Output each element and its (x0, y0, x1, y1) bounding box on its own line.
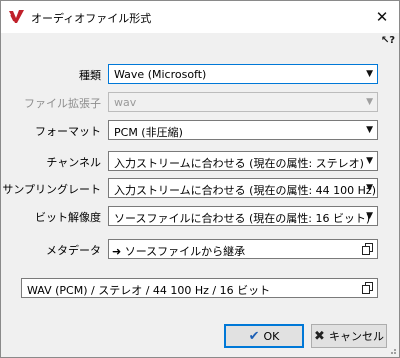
chevron-down-icon: ▼ (366, 69, 373, 79)
check-icon: ✔ (248, 328, 260, 344)
metadata-row: ➜ ソースファイルから継承 (112, 243, 245, 259)
metadata-value: ソースファイルから継承 (124, 245, 246, 258)
app-logo-icon (9, 10, 24, 23)
ok-button[interactable]: ✔ OK (224, 324, 304, 348)
x-icon: ✖ (314, 328, 325, 344)
close-icon: ✕ (375, 8, 389, 26)
format-dropdown[interactable]: PCM (非圧縮) ▼ (108, 120, 378, 140)
channels-dropdown[interactable]: 入力ストリームに合わせる (現在の属性: ステレオ) ▼ (108, 151, 378, 171)
extension-value: wav (114, 96, 137, 109)
metadata-field[interactable]: ➜ ソースファイルから継承 (108, 239, 378, 259)
sample-rate-value: 入力ストリームに合わせる (現在の属性: 44 100 Hz) (114, 184, 376, 197)
type-label: 種類 (79, 69, 101, 82)
cancel-label: キャンセル (328, 330, 384, 343)
chevron-down-icon: ▼ (366, 183, 373, 193)
format-summary-field: WAV (PCM) / ステレオ / 44 100 Hz / 16 ビット (21, 278, 378, 298)
extension-label: ファイル拡張子 (24, 97, 101, 110)
extension-dropdown: wav ▼ (108, 92, 378, 112)
chevron-down-icon: ▼ (366, 156, 373, 166)
dialog-title: オーディオファイル形式 (31, 12, 152, 25)
bit-depth-value: ソースファイルに合わせる (現在の属性: 16 ビット) (114, 212, 371, 225)
cancel-button[interactable]: ✖ キャンセル (311, 324, 387, 348)
format-value: PCM (非圧縮) (114, 126, 183, 139)
copy-icon[interactable] (362, 282, 373, 294)
format-label: フォーマット (35, 125, 101, 138)
resize-grip-icon[interactable] (387, 345, 397, 355)
title-bar[interactable]: オーディオファイル形式 ✕ (1, 1, 399, 33)
metadata-label: メタデータ (46, 244, 101, 257)
close-button[interactable]: ✕ (365, 1, 399, 33)
channels-label: チャンネル (46, 156, 101, 169)
arrow-right-icon: ➜ (112, 245, 122, 258)
type-dropdown[interactable]: Wave (Microsoft) ▼ (108, 64, 378, 84)
chevron-down-icon: ▼ (366, 125, 373, 135)
channels-value: 入力ストリームに合わせる (現在の属性: ステレオ) (114, 157, 364, 170)
copy-icon[interactable] (362, 243, 373, 255)
context-help-button[interactable]: ↖? (381, 35, 395, 46)
dialog-body: ↖? 種類 Wave (Microsoft) ▼ ファイル拡張子 wav ▼ フ… (1, 33, 399, 357)
bit-depth-label: ビット解像度 (35, 211, 101, 224)
chevron-down-icon: ▼ (366, 211, 373, 221)
sample-rate-label: サンプリングレート (2, 183, 101, 196)
chevron-down-icon: ▼ (366, 97, 373, 107)
ok-label: OK (263, 329, 280, 343)
bit-depth-dropdown[interactable]: ソースファイルに合わせる (現在の属性: 16 ビット) ▼ (108, 206, 378, 226)
audio-file-format-dialog: オーディオファイル形式 ✕ ↖? 種類 Wave (Microsoft) ▼ フ… (0, 0, 400, 358)
type-value: Wave (Microsoft) (114, 68, 207, 81)
format-summary-text: WAV (PCM) / ステレオ / 44 100 Hz / 16 ビット (27, 284, 271, 297)
sample-rate-dropdown[interactable]: 入力ストリームに合わせる (現在の属性: 44 100 Hz) ▼ (108, 178, 378, 198)
